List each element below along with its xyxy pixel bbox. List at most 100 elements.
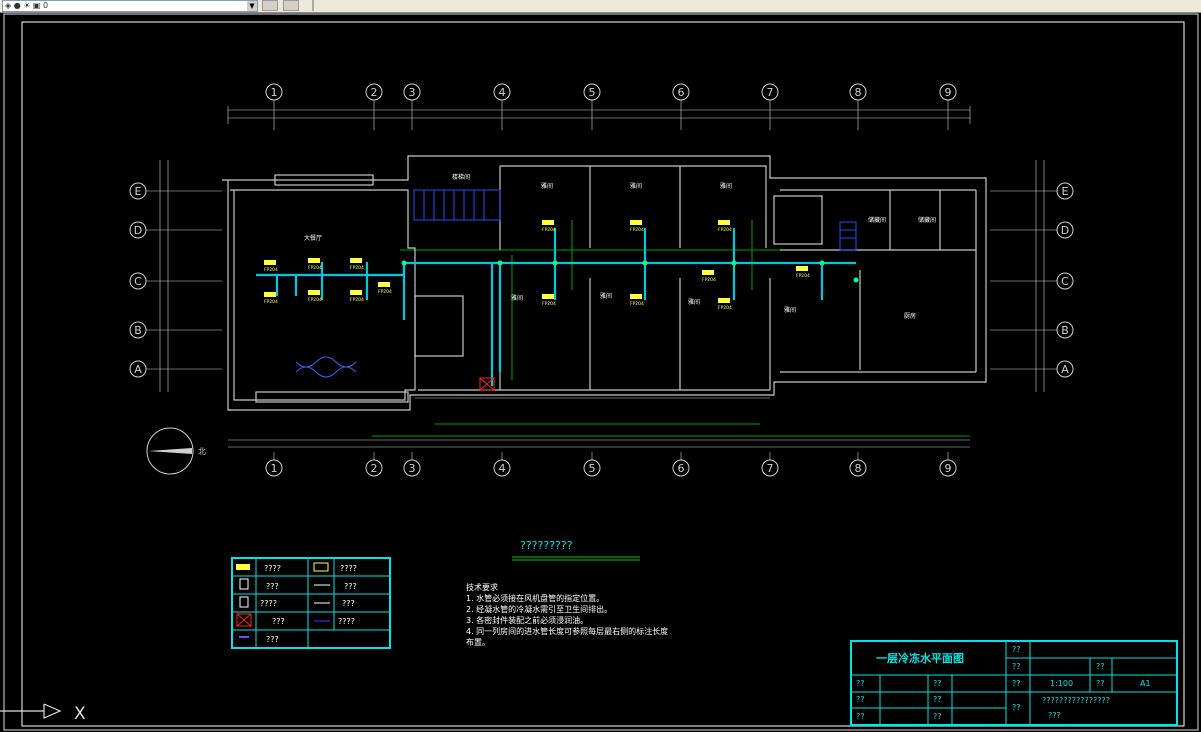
grid-col-label: 7 <box>767 86 774 99</box>
layer-previous-icon[interactable] <box>262 0 278 11</box>
bottom-dimension-lines <box>228 397 970 448</box>
grid-col-bubble-5-bottom: 5 <box>583 452 601 477</box>
grid-row-bubble-B-right: B <box>990 321 1074 339</box>
room-label-private-1: 雅间 <box>541 182 553 190</box>
fan-coil-unit: FP204 <box>542 220 556 233</box>
grid-col-bubble-7-bottom: 7 <box>761 452 779 477</box>
grid-row-bubble-B-left: B <box>129 321 222 339</box>
grid-col-label: 4 <box>499 462 506 475</box>
fan-coil-tag: FP204 <box>542 227 556 233</box>
toolbar-divider <box>312 0 314 11</box>
drawing-title: 一层冷冻水平面图 <box>876 651 964 665</box>
room-label-stair: 楼梯间 <box>452 173 470 181</box>
legend-item-4-2: ???? <box>338 617 355 626</box>
fan-coil-unit: FP204 <box>264 292 278 305</box>
fan-coil-tag: FP204 <box>264 267 278 273</box>
fan-coil-unit: FP204 <box>718 298 732 311</box>
layer-states-icon[interactable] <box>283 0 299 11</box>
fan-coil-unit: FP204 <box>308 258 322 271</box>
drawing-svg[interactable]: 112233445566778899 E ED DC CB BA A 大餐厅 雅… <box>0 13 1201 732</box>
tb-r4-b: ?? <box>933 695 942 704</box>
column-grid-axes: 1 1 2 2 3 3 4 4 5 5 6 6 7 7 8 8 9 9 <box>265 83 957 477</box>
room-label-private-3: 雅间 <box>720 182 732 190</box>
legend-item-2-1: ??? <box>266 582 279 591</box>
fan-coil-unit: FP204 <box>350 290 364 303</box>
grid-col-bubble-8-top: 8 <box>849 83 867 130</box>
grid-col-bubble-6-bottom: 6 <box>672 452 690 477</box>
grid-row-bubble-A-right: A <box>990 360 1074 378</box>
grid-row-bubble-E-left: E <box>129 182 222 200</box>
note-line-2: 2. 经凝水管的冷凝水需引至卫生间排出。 <box>466 604 612 614</box>
chilled-water-pipes <box>256 228 856 386</box>
revolving-door-icons <box>295 356 357 378</box>
tb-r2-label: ?? <box>1012 662 1021 671</box>
grid-col-bubble-1-bottom: 1 <box>265 452 283 477</box>
grid-col-label: 4 <box>499 86 506 99</box>
layer-state-icons: ◈ ● ☀ ▣ 0 <box>5 1 49 10</box>
tb-r3-scale-label: ?? <box>1012 679 1021 688</box>
tb-r5-b: ?? <box>933 712 942 721</box>
legend-item-1-2: ???? <box>340 564 357 573</box>
fan-coil-unit: FP204 <box>264 260 278 273</box>
air-outlet-icon <box>313 562 329 572</box>
grid-col-label: 9 <box>945 86 952 99</box>
fan-coil-tag: FP204 <box>264 299 278 305</box>
grid-col-bubble-3-top: 3 <box>403 83 421 130</box>
room-label-private-2: 雅间 <box>630 182 642 190</box>
grid-row-label: E <box>135 185 142 198</box>
legend-item-3-2: ??? <box>342 599 355 608</box>
green-dimension-lines <box>372 220 970 437</box>
grid-row-label: C <box>1061 275 1069 288</box>
grid-col-bubble-9-top: 9 <box>939 83 957 130</box>
legend-item-4-1: ??? <box>272 617 285 626</box>
room-label-kitchen: 厨房 <box>904 312 916 320</box>
grid-row-bubble-E-right: E <box>990 182 1074 200</box>
grid-col-label: 1 <box>271 86 278 99</box>
grid-col-bubble-2-bottom: 2 <box>365 452 383 477</box>
grid-row-bubble-C-left: C <box>129 272 222 290</box>
model-space-canvas[interactable]: 112233445566778899 EEDDCCBBAA 大餐厅 雅间 雅间 … <box>0 13 1201 732</box>
title-block-text: 一层冷冻水平面图 ?? ?? ?? ?? ?? ?? 1:100 ?? A1 ?… <box>856 645 1151 721</box>
grid-col-label: 3 <box>409 86 416 99</box>
grid-col-bubble-9-bottom: 9 <box>939 452 957 477</box>
grid-col-bubble-7-top: 7 <box>761 83 779 130</box>
room-label-storage-2: 储藏间 <box>918 216 936 224</box>
grid-col-label: 5 <box>589 86 596 99</box>
room-label-private-7: 雅间 <box>784 306 796 314</box>
fan-coil-unit: FP204 <box>702 270 716 283</box>
chevron-down-icon[interactable]: ▼ <box>247 1 257 11</box>
fan-coil-tag: FP204 <box>350 297 364 303</box>
notes-heading: 技术要求 <box>466 582 498 592</box>
layers-toolbar: ◈ ● ☀ ▣ 0 ▼ <box>0 0 1201 13</box>
legend-table: ???? ???? ??? ??? ???? ??? ??? ???? ??? <box>231 557 391 649</box>
layer-dropdown[interactable]: ◈ ● ☀ ▣ 0 ▼ <box>2 0 258 12</box>
trap-icon <box>239 596 249 608</box>
grid-col-label: 2 <box>371 462 378 475</box>
technical-notes: 技术要求 1. 水管必须接在风机盘管的指定位置。 2. 经凝水管的冷凝水需引至卫… <box>466 582 668 647</box>
grid-row-label: C <box>134 275 142 288</box>
legend-item-1-1: ???? <box>264 564 281 573</box>
north-label: 北 <box>198 447 206 456</box>
grid-row-bubble-C-right: C <box>990 272 1074 290</box>
grid-col-label: 8 <box>855 462 862 475</box>
fan-coil-tag: FP204 <box>308 265 322 271</box>
legend-item-2-2: ??? <box>344 582 357 591</box>
row-grid-axes: E E D D C C B B A A <box>129 182 1074 378</box>
grid-col-label: 3 <box>409 462 416 475</box>
fan-coil-tag: FP204 <box>630 301 644 307</box>
valve-icon <box>239 578 249 590</box>
grid-col-label: 6 <box>678 86 685 99</box>
grid-col-label: 7 <box>767 462 774 475</box>
ucs-x-label: X <box>74 704 86 724</box>
fan-coil-icon <box>236 564 250 570</box>
grid-col-label: 6 <box>678 462 685 475</box>
tb-r2-label2: ?? <box>1096 662 1105 671</box>
legend-item-3-1: ???? <box>260 599 277 608</box>
grid-col-bubble-5-top: 5 <box>583 83 601 130</box>
grid-row-label: A <box>134 363 142 376</box>
room-label-private-5: 雅间 <box>600 292 612 300</box>
fan-coil-unit: FP204 <box>630 294 644 307</box>
tb-r4-label: ?? <box>1012 703 1021 712</box>
fan-coil-units: FP204 FP204 FP204 FP204 FP204 FP204 FP204 FP204… <box>264 220 810 311</box>
grid-row-label: B <box>1061 324 1069 337</box>
